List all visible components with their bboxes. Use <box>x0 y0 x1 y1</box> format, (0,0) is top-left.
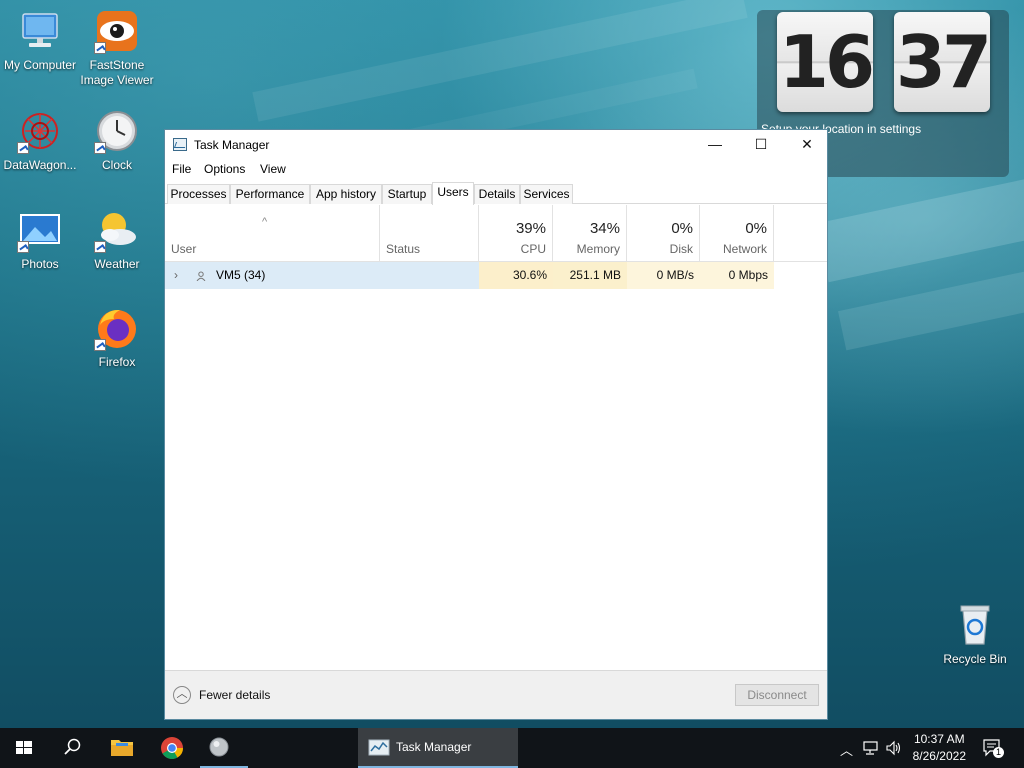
app-sphere-icon <box>209 737 229 757</box>
desktop-icon-firefox[interactable]: Firefox <box>77 305 157 370</box>
desktop-icon-weather[interactable]: Weather <box>77 207 157 272</box>
clock-icon <box>94 108 140 154</box>
windows-logo-icon <box>16 741 32 754</box>
notification-center-button[interactable]: 1 <box>982 738 1004 758</box>
computer-icon <box>17 8 63 54</box>
tab-startup[interactable]: Startup <box>382 184 432 204</box>
chevron-up-circle-icon[interactable]: ︿ <box>173 686 191 704</box>
tray-clock[interactable]: 10:37 AM 8/26/2022 <box>913 731 966 765</box>
task-manager-window: Task Manager — ☐ ✕ File Options View Pro… <box>164 129 828 720</box>
menu-view[interactable]: View <box>260 162 286 176</box>
maximize-button[interactable]: ☐ <box>738 130 784 160</box>
tray-chevron-up-icon[interactable]: ︿ <box>840 740 853 759</box>
tab-users[interactable]: Users <box>432 182 474 205</box>
weather-icon <box>94 207 140 253</box>
user-icon <box>196 270 206 282</box>
sort-up-caret-icon: ^ <box>262 216 268 228</box>
expand-chevron-icon[interactable]: › <box>174 268 178 282</box>
shortcut-arrow-icon <box>17 241 29 253</box>
volume-icon[interactable] <box>885 740 903 756</box>
network-total: 0% <box>745 220 767 237</box>
shortcut-arrow-icon <box>94 142 106 154</box>
start-button[interactable] <box>0 728 48 768</box>
shortcut-arrow-icon <box>94 42 106 54</box>
taskbar-file-explorer[interactable] <box>98 728 146 768</box>
photos-icon <box>17 207 63 253</box>
taskbar-chrome[interactable] <box>148 728 196 768</box>
user-name: VM5 (34) <box>216 268 266 282</box>
user-disk: 0 MB/s <box>627 262 700 289</box>
shortcut-arrow-icon <box>94 339 106 351</box>
minimize-button[interactable]: — <box>692 130 738 160</box>
close-button[interactable]: ✕ <box>784 130 830 160</box>
task-manager-icon <box>173 138 187 151</box>
disconnect-button[interactable]: Disconnect <box>735 684 819 706</box>
clock-hours: 16 <box>777 12 875 112</box>
window-title: Task Manager <box>194 138 270 152</box>
desktop-icon-photos[interactable]: Photos <box>0 207 80 272</box>
firefox-icon <box>94 305 140 351</box>
desktop-icon-recycle-bin[interactable]: Recycle Bin <box>935 602 1015 667</box>
tab-processes[interactable]: Processes <box>167 184 230 204</box>
tab-performance[interactable]: Performance <box>230 184 310 204</box>
search-icon <box>64 738 81 755</box>
footer-bar: ︿ Fewer details Disconnect <box>165 670 827 719</box>
tab-details[interactable]: Details <box>474 184 520 204</box>
column-header: ^ User Status 39% CPU 34% Memory 0% Disk… <box>165 205 827 262</box>
column-network[interactable]: 0% Network <box>700 205 774 262</box>
column-status[interactable]: Status <box>380 205 479 262</box>
cpu-total: 39% <box>515 220 546 237</box>
column-cpu[interactable]: 39% CPU <box>479 205 553 262</box>
user-memory: 251.1 MB <box>553 262 627 289</box>
title-bar[interactable]: Task Manager — ☐ ✕ <box>165 130 827 160</box>
tray-time: 10:37 AM <box>913 732 965 746</box>
folder-icon <box>111 740 133 756</box>
desktop-icon-clock[interactable]: Clock <box>77 108 157 173</box>
column-disk[interactable]: 0% Disk <box>627 205 700 262</box>
user-network: 0 Mbps <box>700 262 774 289</box>
desktop-icon-datawagon[interactable]: DataWagon... <box>0 108 80 173</box>
desktop-icon-my-computer[interactable]: My Computer <box>0 8 80 73</box>
clock-minutes: 37 <box>894 12 992 112</box>
search-button[interactable] <box>48 728 96 768</box>
taskbar: Task Manager ︿ 10:37 AM 8/26/2022 1 <box>0 728 1024 768</box>
notification-count-badge: 1 <box>993 747 1004 758</box>
shortcut-arrow-icon <box>17 142 29 154</box>
column-memory[interactable]: 34% Memory <box>553 205 627 262</box>
taskbar-app[interactable] <box>200 728 248 768</box>
tray-date: 8/26/2022 <box>912 749 966 763</box>
menu-options[interactable]: Options <box>204 162 245 176</box>
shortcut-arrow-icon <box>94 241 106 253</box>
column-user[interactable]: ^ User <box>165 205 380 262</box>
desktop-icon-faststone[interactable]: FastStone Image Viewer <box>77 8 157 88</box>
faststone-eye-icon <box>94 8 140 54</box>
menu-bar: File Options View <box>165 160 827 180</box>
network-icon[interactable] <box>862 740 880 756</box>
tab-app-history[interactable]: App history <box>310 184 382 204</box>
disk-total: 0% <box>671 220 693 237</box>
menu-file[interactable]: File <box>172 162 191 176</box>
table-row[interactable]: › VM5 (34) 30.6% 251.1 MB 0 MB/s 0 Mbps <box>165 262 827 289</box>
task-manager-icon <box>368 739 390 756</box>
chrome-icon <box>161 737 183 759</box>
recycle-bin-icon <box>952 602 998 648</box>
tab-strip: Processes Performance App history Startu… <box>165 182 827 205</box>
datawagon-icon <box>17 108 63 154</box>
user-cpu: 30.6% <box>479 262 553 289</box>
tab-services[interactable]: Services <box>520 184 573 204</box>
memory-total: 34% <box>589 220 620 237</box>
taskbar-task-manager[interactable]: Task Manager <box>358 728 518 768</box>
fewer-details-link[interactable]: Fewer details <box>199 688 270 702</box>
